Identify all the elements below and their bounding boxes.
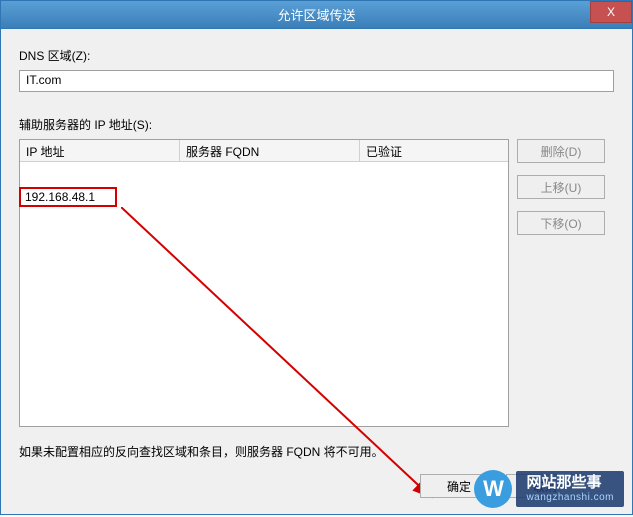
close-button[interactable]: X [590, 1, 632, 23]
table-header: IP 地址 服务器 FQDN 已验证 [20, 140, 508, 162]
delete-button[interactable]: 删除(D) [517, 139, 605, 163]
table-row[interactable] [20, 162, 508, 182]
col-header-fqdn[interactable]: 服务器 FQDN [180, 140, 360, 161]
dns-zone-input[interactable]: IT.com [19, 70, 614, 92]
dialog-content: DNS 区域(Z): IT.com 辅助服务器的 IP 地址(S): IP 地址… [1, 29, 632, 514]
dns-zone-label: DNS 区域(Z): [19, 47, 614, 64]
titlebar: 允许区域传送 X [1, 1, 632, 29]
col-header-verified[interactable]: 已验证 [360, 140, 508, 161]
cell-verified [360, 162, 508, 182]
window-title: 允许区域传送 [277, 5, 355, 24]
note-text: 如果未配置相应的反向查找区域和条目，则服务器 FQDN 将不可用。 [19, 443, 614, 460]
watermark-url: wangzhanshi.com [526, 492, 614, 503]
watermark-title: 网站那些事 [526, 475, 614, 492]
col-header-ip[interactable]: IP 地址 [20, 140, 180, 161]
watermark-text: 网站那些事 wangzhanshi.com [516, 471, 624, 507]
ip-list-label: 辅助服务器的 IP 地址(S): [19, 116, 614, 133]
watermark-logo: W [474, 470, 512, 508]
close-icon: X [607, 5, 615, 19]
move-down-button[interactable]: 下移(O) [517, 211, 605, 235]
side-button-group: 删除(D) 上移(U) 下移(O) [517, 139, 605, 235]
move-up-button[interactable]: 上移(U) [517, 175, 605, 199]
ip-entry-highlighted[interactable]: 192.168.48.1 [19, 187, 117, 207]
ip-table[interactable]: IP 地址 服务器 FQDN 已验证 [19, 139, 509, 427]
watermark: W 网站那些事 wangzhanshi.com [474, 470, 624, 508]
cell-fqdn [180, 162, 360, 182]
dns-zone-value: IT.com [26, 73, 61, 87]
cell-ip [20, 162, 180, 182]
dialog-window: 允许区域传送 X DNS 区域(Z): IT.com 辅助服务器的 IP 地址(… [0, 0, 633, 515]
